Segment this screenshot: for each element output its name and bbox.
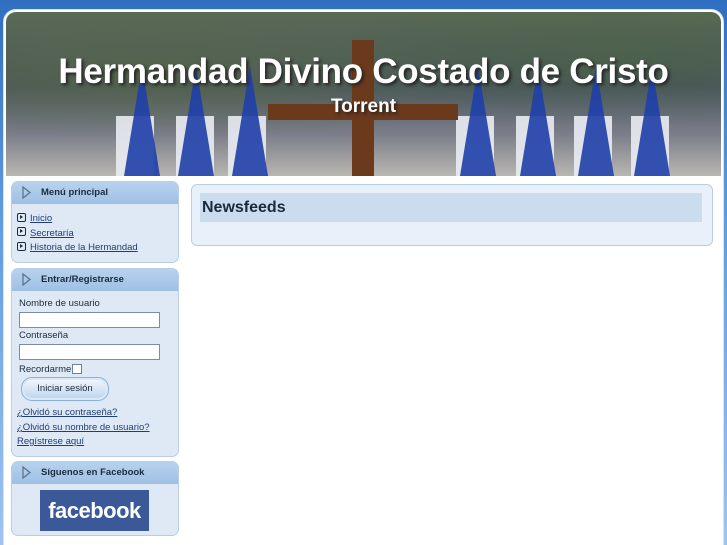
menu-item-historia: Historia de la Hermandad <box>17 241 178 257</box>
remember-checkbox[interactable] <box>72 364 82 374</box>
register-link[interactable]: Regístrese aquí <box>17 436 84 447</box>
module-header: Menú principal <box>12 182 178 204</box>
header-banner: Hermandad Divino Costado de Cristo Torre… <box>6 12 721 176</box>
module-title: Menú principal <box>41 187 109 198</box>
menu-item-secretaria: Secretaría <box>17 227 178 243</box>
forgot-username-link[interactable]: ¿Olvidó su nombre de usuario? <box>17 422 150 433</box>
main-menu-list: Inicio Secretaría Historia de la Hermand… <box>12 204 178 257</box>
main-content: Newsfeeds <box>191 184 713 246</box>
module-title: Síguenos en Facebook <box>41 467 145 478</box>
main-menu-module: Menú principal Inicio Secretaría Histori… <box>11 181 179 263</box>
menu-link-historia[interactable]: Historia de la Hermandad <box>30 242 138 253</box>
module-title: Entrar/Registrarse <box>41 274 124 285</box>
username-input[interactable] <box>19 312 160 328</box>
triangle-right-icon <box>22 186 31 199</box>
module-header: Entrar/Registrarse <box>12 269 178 291</box>
password-input[interactable] <box>19 344 160 360</box>
site-title: Hermandad Divino Costado de Cristo <box>58 52 669 91</box>
module-header: Síguenos en Facebook <box>12 462 178 484</box>
menu-item-inicio: Inicio <box>17 212 178 228</box>
bullet-arrow-icon <box>17 212 26 222</box>
site-subtitle: Torrent <box>330 96 397 117</box>
page-frame: Hermandad Divino Costado de Cristo Torre… <box>4 10 723 545</box>
facebook-module: Síguenos en Facebook facebook <box>11 461 179 536</box>
facebook-logo-link[interactable]: facebook <box>40 490 149 531</box>
bullet-arrow-icon <box>17 227 26 237</box>
forgot-password-link[interactable]: ¿Olvidó su contraseña? <box>17 407 117 418</box>
page-title: Newsfeeds <box>200 193 702 222</box>
login-module: Entrar/Registrarse Nombre de usuario Con… <box>11 268 179 457</box>
bullet-arrow-icon <box>17 241 26 251</box>
triangle-right-icon <box>22 466 31 479</box>
triangle-right-icon <box>22 273 31 286</box>
login-button[interactable]: Iniciar sesión <box>21 377 109 401</box>
remember-label: Recordarme <box>19 364 72 375</box>
menu-link-inicio[interactable]: Inicio <box>30 213 52 224</box>
username-label: Nombre de usuario <box>19 298 100 309</box>
password-label: Contraseña <box>19 330 69 341</box>
menu-link-secretaria[interactable]: Secretaría <box>30 228 74 239</box>
